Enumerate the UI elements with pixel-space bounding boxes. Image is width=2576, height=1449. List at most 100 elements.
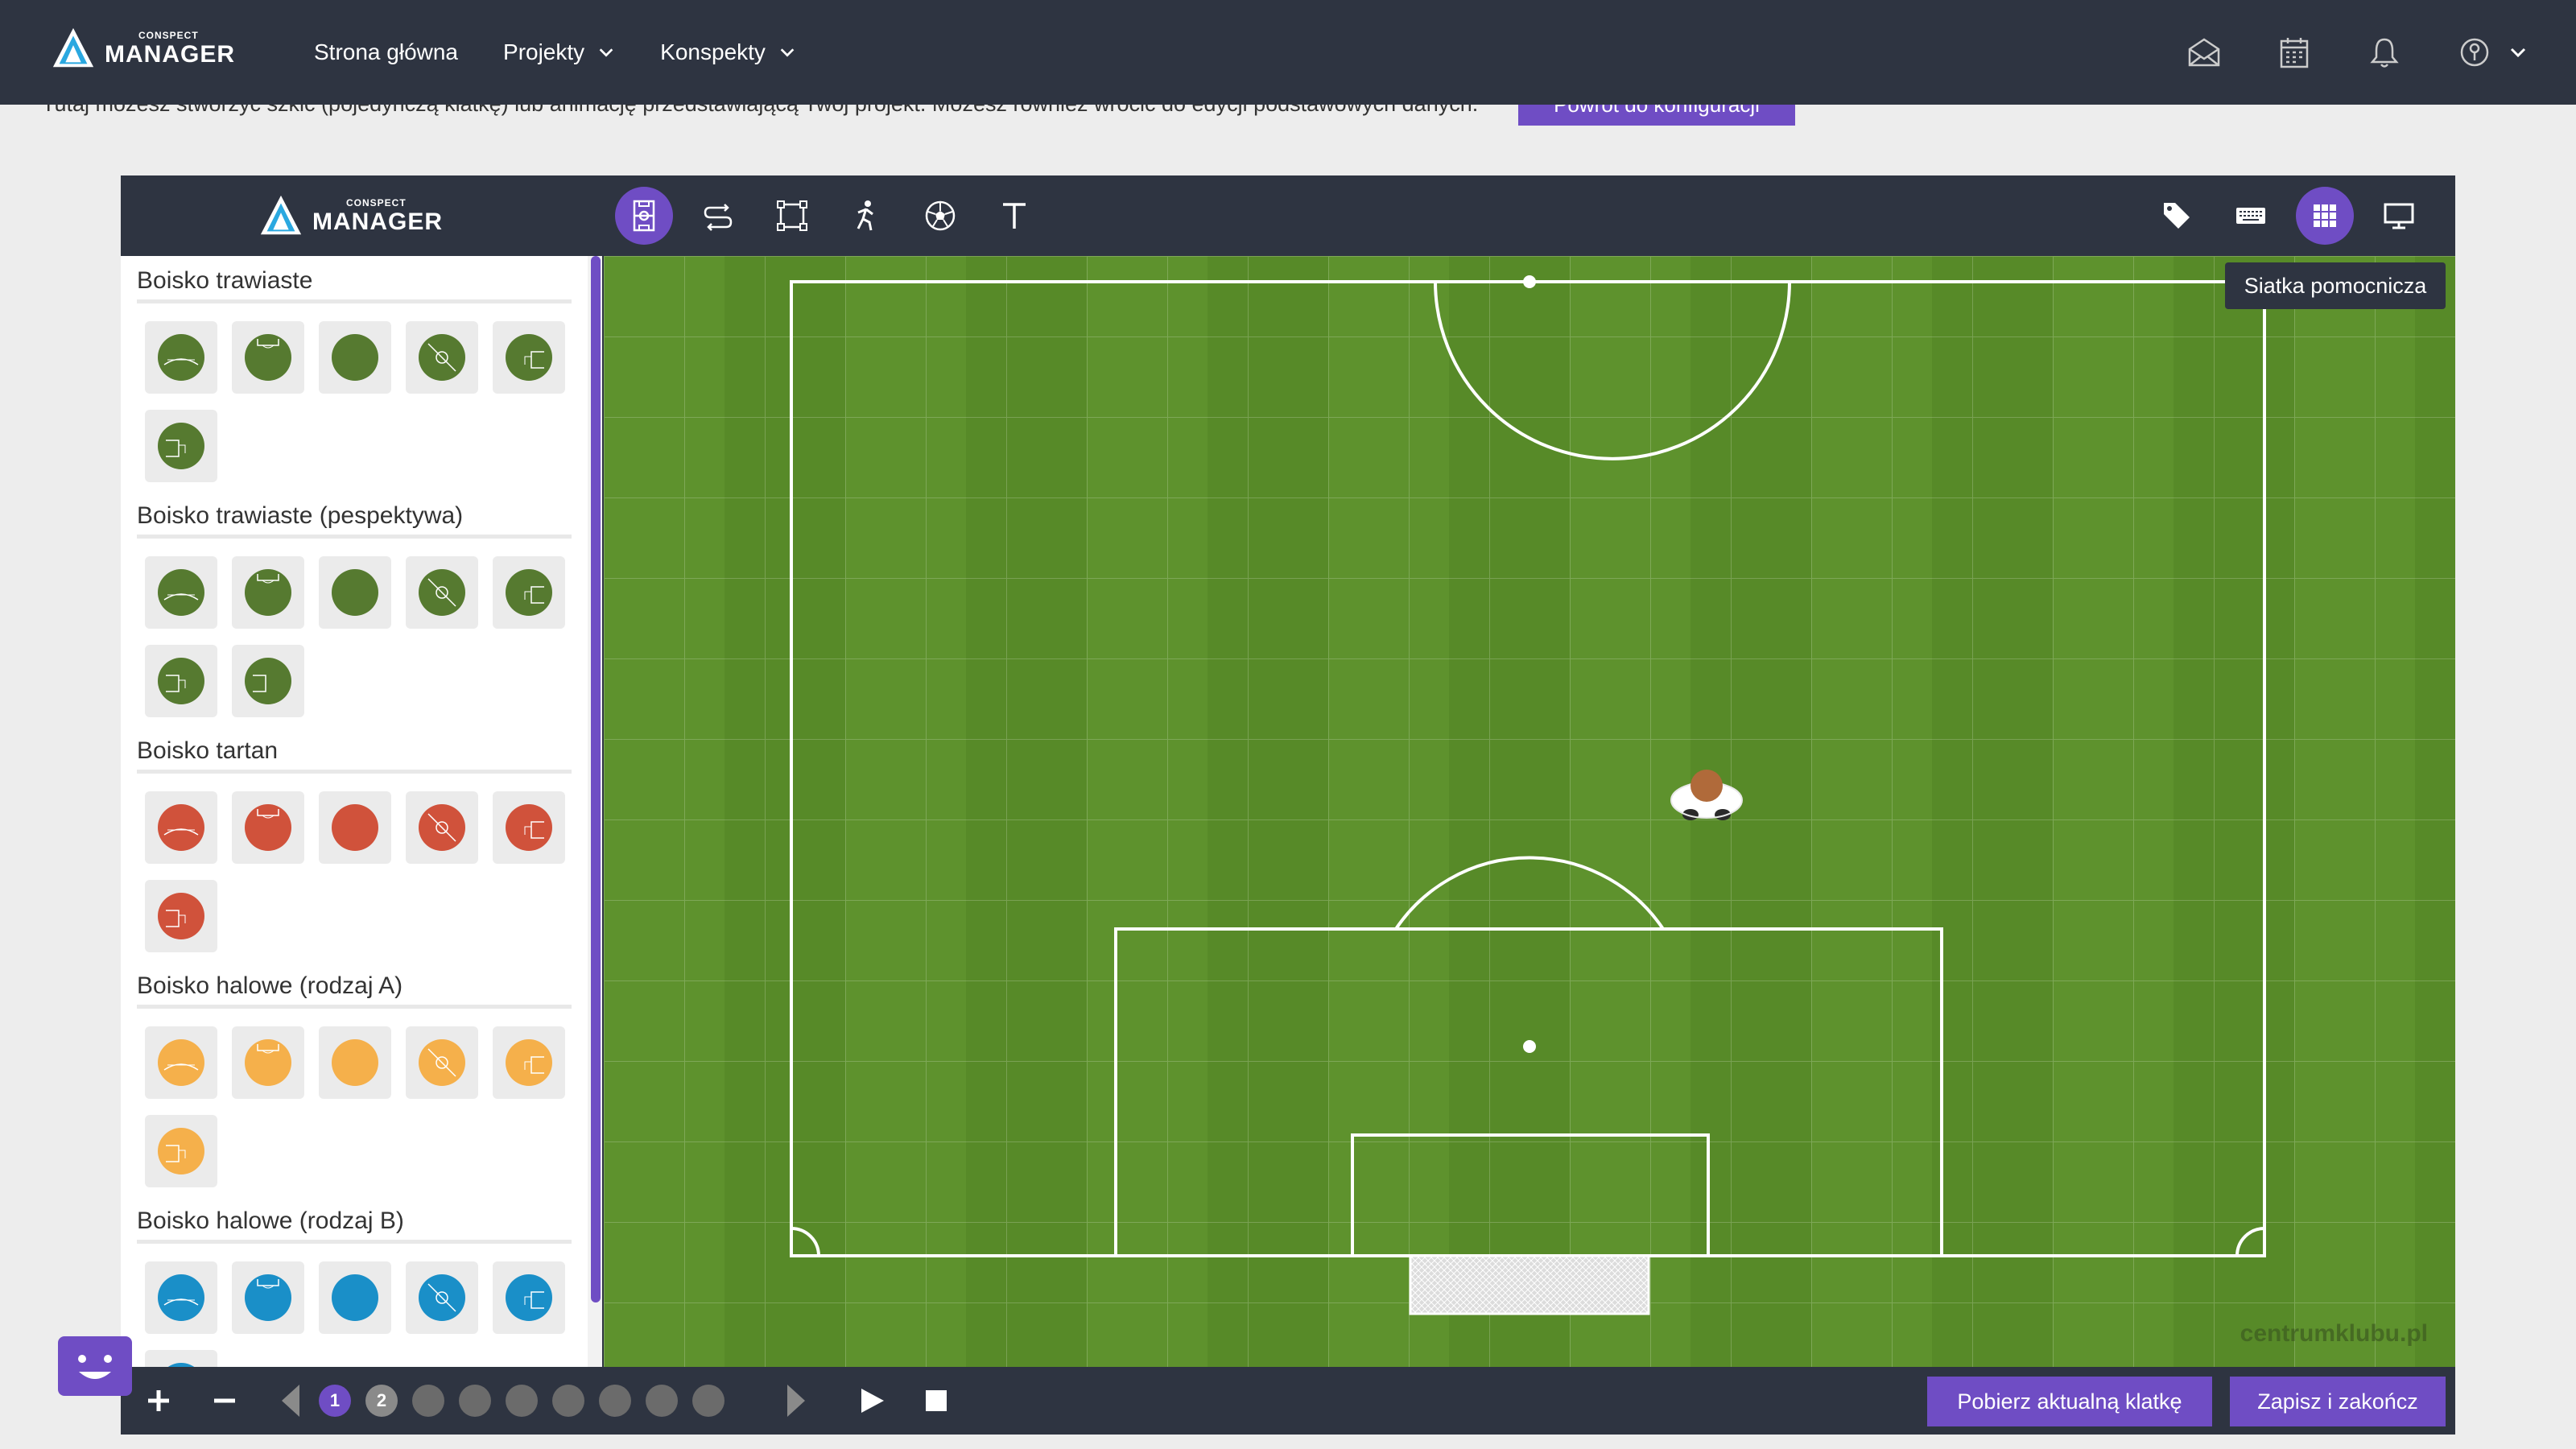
section-grass: Boisko trawiaste: [137, 267, 572, 482]
pitch-template-tile[interactable]: [493, 321, 565, 394]
pitch-template-tile[interactable]: [145, 1350, 217, 1367]
nav-konspekty-label: Konspekty: [660, 39, 766, 64]
tool-grid[interactable]: [2296, 187, 2354, 245]
pitch-thumbnail-icon: [506, 804, 552, 851]
pitch-template-tile[interactable]: [145, 556, 217, 629]
pitch-template-tile[interactable]: [319, 556, 391, 629]
pitch-template-tile[interactable]: [232, 645, 304, 717]
nav-konspekty-dropdown[interactable]: Konspekty: [660, 39, 796, 65]
tool-ball[interactable]: [911, 187, 969, 245]
editor-right-toolbar: [2148, 187, 2428, 245]
chat-widget-button[interactable]: [58, 1336, 132, 1396]
pitch-canvas[interactable]: centrumklubu.pl: [604, 256, 2455, 1367]
pitch-template-tile[interactable]: [145, 645, 217, 717]
timeline-frame[interactable]: [506, 1385, 538, 1417]
nav-projects-dropdown[interactable]: Projekty: [503, 39, 615, 65]
timeline-frame[interactable]: [459, 1385, 491, 1417]
nav-home-link[interactable]: Strona główna: [314, 39, 458, 65]
plus-icon: [148, 1390, 169, 1411]
envelope-open-icon[interactable]: [2186, 35, 2222, 70]
timeline-frame[interactable]: [646, 1385, 678, 1417]
section-grass-perspective: Boisko trawiaste (pespektywa): [137, 502, 572, 717]
prev-frame-button[interactable]: [279, 1367, 303, 1435]
pitch-template-tile[interactable]: [232, 1026, 304, 1099]
pitch-thumbnail-icon: [419, 804, 465, 851]
timeline-frame[interactable]: 1: [319, 1385, 351, 1417]
tool-monitor[interactable]: [2370, 187, 2428, 245]
timeline-frame[interactable]: [692, 1385, 724, 1417]
timeline-frame[interactable]: [599, 1385, 631, 1417]
pitch-template-tile[interactable]: [145, 880, 217, 952]
main-nav: Strona główna Projekty Konspekty: [314, 0, 796, 105]
pitch-template-tile[interactable]: [145, 1261, 217, 1334]
grid-tooltip: Siatka pomocnicza: [2225, 262, 2446, 309]
pitch-template-tile[interactable]: [406, 556, 478, 629]
grid-icon: [2314, 204, 2336, 227]
pitch-thumbnail-icon: [332, 804, 378, 851]
pitch-template-tile[interactable]: [319, 1026, 391, 1099]
tile-grid: [137, 1026, 572, 1187]
pitch-template-tile[interactable]: [319, 321, 391, 394]
pitch-thumbnail-icon: [158, 658, 204, 704]
timeline-frame[interactable]: 2: [365, 1385, 398, 1417]
pitch-template-tile[interactable]: [493, 791, 565, 864]
save-and-finish-button[interactable]: Zapisz i zakończ: [2230, 1377, 2446, 1426]
pitch-library-sidebar[interactable]: Boisko trawiaste Boisko trawiaste (pespe…: [121, 256, 588, 1367]
pitch-template-tile[interactable]: [493, 1261, 565, 1334]
pitch-template-tile[interactable]: [406, 791, 478, 864]
pitch-template-tile[interactable]: [232, 556, 304, 629]
remove-frame-button[interactable]: [211, 1367, 238, 1435]
stop-button[interactable]: [924, 1367, 948, 1435]
pitch-template-tile[interactable]: [145, 1115, 217, 1187]
tool-keyboard[interactable]: [2222, 187, 2280, 245]
add-frame-button[interactable]: [145, 1367, 172, 1435]
pitch-template-tile[interactable]: [493, 556, 565, 629]
minus-icon: [214, 1398, 235, 1403]
pitch-template-tile[interactable]: [493, 1026, 565, 1099]
tool-tag[interactable]: [2148, 187, 2206, 245]
logo-icon: [260, 195, 302, 235]
pitch-template-tile[interactable]: [145, 410, 217, 482]
pitch-thumbnail-icon: [506, 334, 552, 381]
next-frame-button[interactable]: [784, 1367, 808, 1435]
user-menu[interactable]: [2457, 35, 2528, 70]
pitch-template-tile[interactable]: [232, 321, 304, 394]
pitch-template-tile[interactable]: [232, 1261, 304, 1334]
pitch-thumbnail-icon: [332, 569, 378, 616]
user-circle-icon: [2460, 38, 2489, 67]
timeline-frame[interactable]: [552, 1385, 584, 1417]
pitch-template-tile[interactable]: [232, 791, 304, 864]
pitch-thumbnail-icon: [158, 1274, 204, 1321]
pitch-template-tile[interactable]: [145, 1026, 217, 1099]
pitch-template-tile[interactable]: [319, 1261, 391, 1334]
tool-pitch[interactable]: [615, 187, 673, 245]
tool-arrows[interactable]: [689, 187, 747, 245]
player-figure[interactable]: [1666, 762, 1747, 826]
tile-grid: [137, 1261, 572, 1367]
section-title: Boisko trawiaste: [137, 267, 572, 303]
section-title: Boisko halowe (rodzaj A): [137, 972, 572, 1009]
pitch-thumbnail-icon: [506, 1274, 552, 1321]
monitor-icon: [2384, 203, 2414, 229]
pitch-template-tile[interactable]: [406, 1026, 478, 1099]
tool-player[interactable]: [837, 187, 895, 245]
frame-list: 12: [319, 1367, 724, 1435]
app-logo[interactable]: CONSPECT MANAGER: [50, 24, 235, 72]
sidebar-scrollbar-thumb[interactable]: [591, 256, 601, 1302]
calendar-icon[interactable]: [2277, 35, 2312, 70]
pitch-template-tile[interactable]: [145, 321, 217, 394]
arrows-icon: [704, 204, 733, 231]
play-button[interactable]: [858, 1367, 886, 1435]
timeline-frame[interactable]: [412, 1385, 444, 1417]
pitch-template-tile[interactable]: [319, 791, 391, 864]
tool-area[interactable]: [763, 187, 821, 245]
chevron-down-icon: [780, 48, 795, 57]
bell-icon[interactable]: [2367, 35, 2402, 70]
pitch-template-tile[interactable]: [406, 1261, 478, 1334]
tool-text[interactable]: [985, 187, 1043, 245]
triangle-right-icon: [787, 1385, 805, 1417]
tile-grid: [137, 321, 572, 482]
pitch-template-tile[interactable]: [145, 791, 217, 864]
pitch-template-tile[interactable]: [406, 321, 478, 394]
download-frame-button[interactable]: Pobierz aktualną klatkę: [1927, 1377, 2212, 1426]
